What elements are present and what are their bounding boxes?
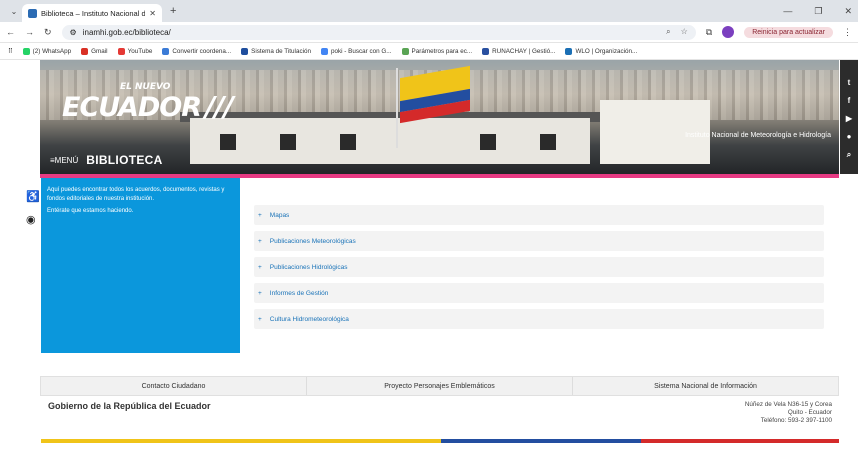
bookmark-item[interactable]: YouTube: [117, 47, 152, 55]
bookmark-icon: [482, 47, 490, 55]
bookmark-item[interactable]: (2) WhatsApp: [22, 47, 71, 55]
close-window-icon[interactable]: ✕: [844, 6, 852, 17]
eye-icon[interactable]: ◉: [26, 213, 40, 226]
site-favicon-icon: [28, 8, 37, 18]
window-decor: [480, 134, 496, 150]
building-image: [190, 118, 590, 164]
flickr-icon[interactable]: ●: [847, 132, 852, 141]
twitter-icon[interactable]: t: [848, 78, 851, 87]
menu-bar: ≡MENÚ BIBLIOTECA: [40, 151, 163, 169]
accordion-item[interactable]: + Mapas: [254, 205, 824, 225]
ecuador-logo[interactable]: EL NUEVO ECUADOR///: [62, 82, 234, 123]
bookmark-item[interactable]: poki - Buscar con G...: [321, 47, 392, 55]
intro-note: Entérate que estamos haciendo.: [47, 208, 134, 215]
search-icon[interactable]: ⌕: [847, 150, 851, 160]
bookmark-item[interactable]: Convertir coordena...: [162, 47, 231, 55]
bookmark-item[interactable]: RUNACHAY | Gestió...: [482, 47, 555, 55]
profile-avatar[interactable]: [722, 26, 735, 38]
contact-address: Núñez de Vela N36-15 y Corea Quito - Ecu…: [745, 401, 832, 426]
accessibility-tools: ♿ ◉: [26, 190, 40, 226]
footer-links: Contacto Ciudadano Proyecto Personajes E…: [40, 376, 839, 396]
facebook-icon[interactable]: f: [848, 96, 851, 105]
page-content: EL NUEVO ECUADOR/// Instituto Nacional d…: [0, 60, 858, 446]
bookmark-item[interactable]: WLO | Organización...: [565, 47, 637, 55]
bookmark-star-icon[interactable]: ☆: [681, 27, 688, 37]
window-decor: [280, 134, 296, 150]
bookmark-item[interactable]: Parámetros para ec...: [401, 47, 472, 55]
forward-icon[interactable]: →: [25, 27, 34, 37]
window-controls: — ❐ ✕: [783, 6, 858, 17]
bookmark-icon: [117, 47, 125, 55]
back-icon[interactable]: ←: [6, 27, 15, 37]
social-sidebar: t f ▶ ● ⌕: [840, 60, 858, 174]
browser-tab[interactable]: Biblioteca – Instituto Nacional d ✕: [22, 4, 162, 22]
page-title: BIBLIOTECA: [86, 153, 163, 167]
site-info-icon[interactable]: ⚙: [70, 28, 77, 37]
zoom-icon[interactable]: ⌕: [666, 27, 670, 37]
window-decor: [540, 134, 556, 150]
footer-link-sistema[interactable]: Sistema Nacional de Información: [573, 377, 838, 395]
plus-icon: +: [258, 315, 262, 323]
flag-stripe: [41, 439, 839, 443]
bookmark-icon: [241, 47, 249, 55]
menu-button[interactable]: ≡MENÚ: [50, 156, 78, 165]
update-button[interactable]: Reinicia para actualizar: [744, 26, 833, 38]
footer-link-contacto[interactable]: Contacto Ciudadano: [41, 377, 307, 395]
tab-bar: ⌄ Biblioteca – Instituto Nacional d ✕ + …: [0, 0, 858, 22]
new-tab-button[interactable]: +: [170, 5, 176, 17]
logo-small-text: EL NUEVO: [120, 82, 171, 92]
logo-text: ECUADOR: [62, 92, 202, 123]
close-tab-icon[interactable]: ✕: [149, 9, 156, 18]
accordion-item[interactable]: + Publicaciones Hidrológicas: [254, 257, 824, 277]
plus-icon: +: [258, 263, 262, 271]
library-sections: + Mapas + Publicaciones Meteorológicas + Pu…: [254, 205, 824, 335]
address-line: Núñez de Vela N36-15 y Corea: [744, 401, 832, 408]
window-decor: [220, 134, 236, 150]
bookmark-icon: [321, 47, 328, 55]
accessibility-icon[interactable]: ♿: [26, 190, 40, 203]
address-bar-row: ← → ↻ ⚙ inamhi.gob.ec/biblioteca/ ⌕ ☆ ⧉ …: [0, 22, 858, 43]
apps-grid-icon[interactable]: ⠿: [8, 48, 13, 55]
plus-icon: +: [258, 211, 262, 219]
plus-icon: +: [258, 289, 262, 297]
restore-icon[interactable]: ❐: [814, 6, 822, 17]
bookmarks-bar: ⠿ (2) WhatsApp Gmail YouTube Convertir c…: [0, 43, 858, 60]
intro-text: Aquí puedes encontrar todos los acuerdos…: [47, 187, 225, 202]
url-text: inamhi.gob.ec/biblioteca/: [82, 27, 171, 37]
intro-panel: Aquí puedes encontrar todos los acuerdos…: [41, 178, 240, 353]
footer-link-proyecto[interactable]: Proyecto Personajes Emblemáticos: [307, 377, 573, 395]
phone-number: Teléfono: 593-2 397-1100: [760, 417, 832, 425]
tab-search-icon[interactable]: ⌄: [6, 7, 22, 16]
bookmark-item[interactable]: Gmail: [81, 47, 108, 55]
youtube-icon[interactable]: ▶: [846, 114, 852, 123]
plus-icon: +: [258, 237, 262, 245]
accordion-item[interactable]: + Cultura Hidrometeorológica: [254, 309, 824, 329]
accordion-item[interactable]: + Publicaciones Meteorológicas: [254, 231, 824, 251]
minimize-icon[interactable]: —: [783, 6, 792, 17]
window-decor: [340, 134, 356, 150]
logo-bars-icon: ///: [205, 90, 234, 123]
bookmark-icon: [22, 47, 30, 55]
bookmark-icon: [565, 47, 573, 55]
menu-kebab-icon[interactable]: ⋮: [843, 27, 852, 38]
flag-pole: [396, 68, 398, 148]
bookmark-item[interactable]: Sistema de Titulación: [241, 47, 311, 55]
url-field[interactable]: ⚙ inamhi.gob.ec/biblioteca/ ⌕ ☆: [61, 24, 696, 40]
government-name: Gobierno de la República del Ecuador: [48, 401, 211, 411]
institute-name: Instituto Nacional de Meteorología e Hid…: [685, 132, 831, 139]
tab-title: Biblioteca – Instituto Nacional d: [41, 8, 146, 18]
reload-icon[interactable]: ↻: [44, 27, 52, 38]
accordion-item[interactable]: + Informes de Gestión: [254, 283, 824, 303]
address-city: Quito - Ecuador: [787, 409, 832, 417]
bookmark-icon: [81, 47, 89, 55]
bookmark-icon: [401, 47, 409, 55]
bookmark-icon: [162, 47, 170, 55]
extensions-icon[interactable]: ⧉: [706, 27, 712, 38]
